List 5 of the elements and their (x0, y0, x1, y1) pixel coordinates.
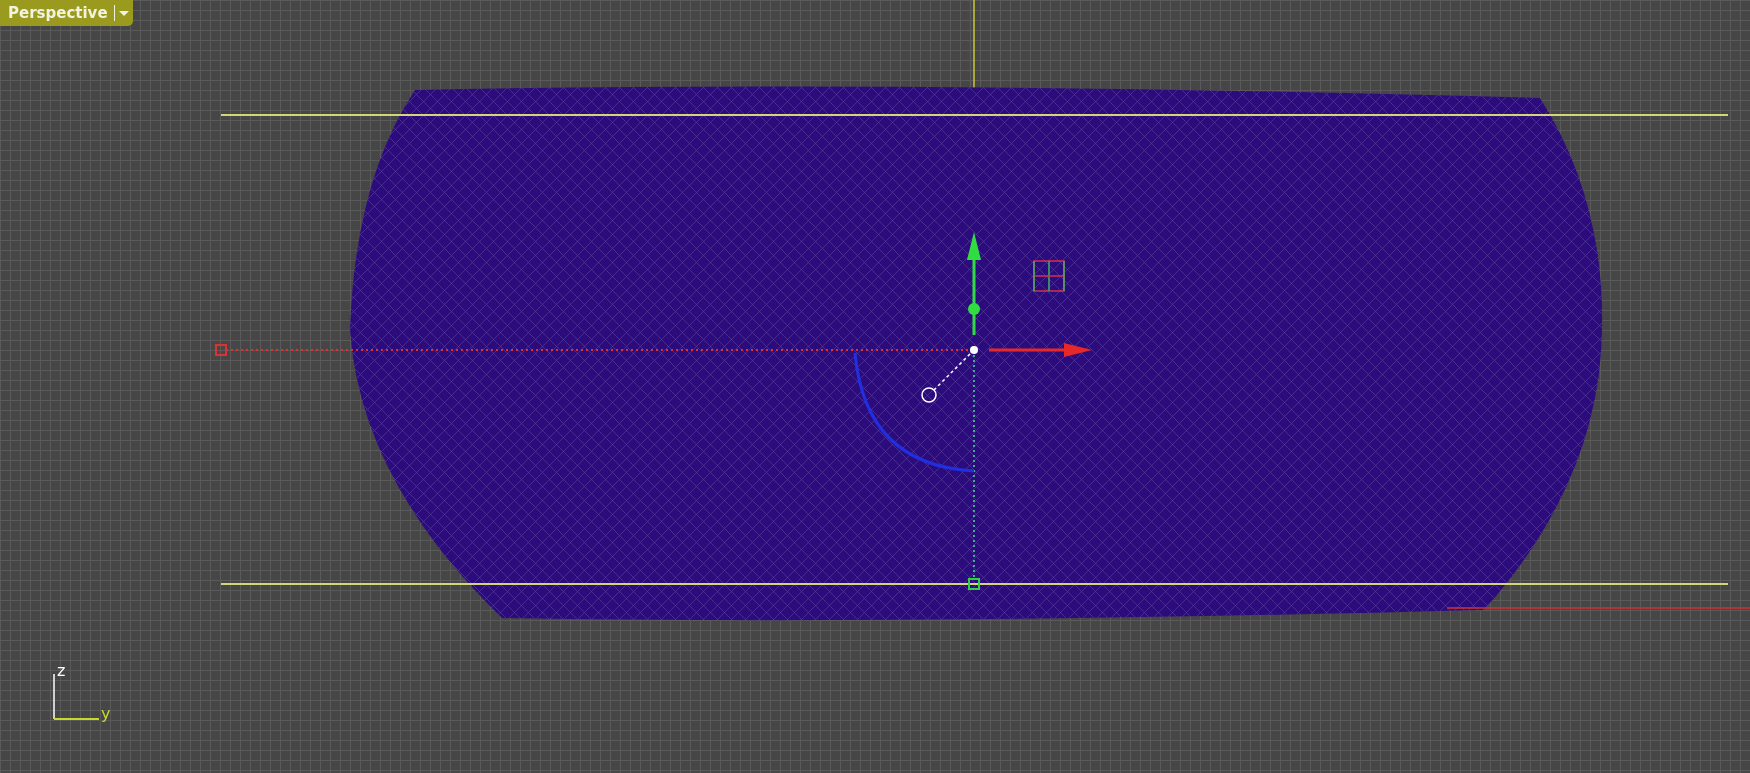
viewport-title[interactable]: Perspective (0, 0, 114, 26)
axis-label: z (57, 661, 66, 680)
axis-label: y (101, 704, 111, 723)
gumball-drawing[interactable] (215, 232, 1092, 590)
scale-handle-icon[interactable] (1033, 260, 1065, 292)
